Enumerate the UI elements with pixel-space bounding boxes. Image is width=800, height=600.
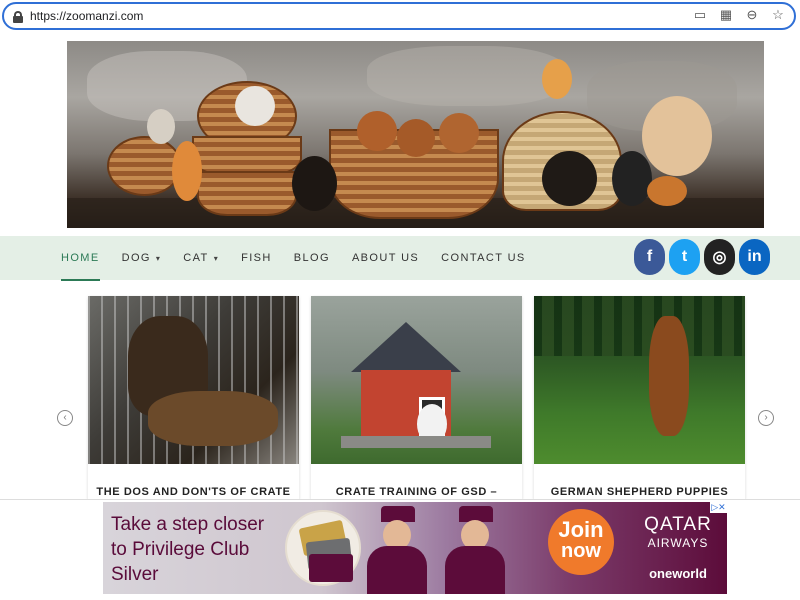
ad-headline[interactable]: Take a step closer to Privilege Club Sil… xyxy=(111,512,264,587)
zoom-icon[interactable]: ⊖ xyxy=(744,7,760,23)
hero-banner-image xyxy=(67,41,764,228)
carousel-next-button[interactable]: › xyxy=(758,410,774,426)
join-now-badge[interactable]: Join now xyxy=(548,509,614,575)
address-bar[interactable]: https://zoomanzi.com ▭ ▦ ⊖ ☆ xyxy=(2,2,796,30)
post-card[interactable]: CRATE TRAINING OF GSD – ANSWER xyxy=(311,296,522,500)
cast-icon[interactable]: ▭ xyxy=(692,7,708,23)
advertisement-banner[interactable]: Take a step closer to Privilege Club Sil… xyxy=(103,502,727,594)
adchoices-icon[interactable]: ▷✕ xyxy=(710,502,727,513)
post-title[interactable]: THE DOS AND DON'TS OF CRATE xyxy=(88,486,299,498)
crew-photo xyxy=(365,506,429,594)
qatar-airways-logo: QATAR AIRWAYS oneworld xyxy=(644,514,712,581)
twitter-icon[interactable]: t xyxy=(669,239,700,275)
browser-toolbar: https://zoomanzi.com ▭ ▦ ⊖ ☆ xyxy=(0,0,800,34)
qr-code-icon[interactable]: ▦ xyxy=(718,7,734,23)
chevron-down-icon: ▾ xyxy=(213,253,220,263)
social-links: f t ◎ in xyxy=(634,239,770,275)
crew-photo xyxy=(443,506,507,594)
post-image[interactable] xyxy=(534,296,745,464)
post-image[interactable] xyxy=(88,296,299,464)
instagram-icon[interactable]: ◎ xyxy=(704,239,735,275)
lock-icon[interactable] xyxy=(13,11,23,23)
post-image[interactable] xyxy=(311,296,522,464)
url-text[interactable]: https://zoomanzi.com xyxy=(30,9,143,23)
post-title[interactable]: CRATE TRAINING OF GSD – ANSWER xyxy=(311,486,522,500)
post-card[interactable]: THE DOS AND DON'TS OF CRATE xyxy=(88,296,299,500)
nav-about-us[interactable]: ABOUT US xyxy=(352,252,419,264)
nav-cat[interactable]: CAT ▾ xyxy=(183,252,219,264)
menu: HOME DOG ▾ CAT ▾ FISH BLOG ABOUT US CONTAC… xyxy=(61,236,548,281)
bookmark-star-icon[interactable]: ☆ xyxy=(770,7,786,23)
facebook-icon[interactable]: f xyxy=(634,239,665,275)
nav-blog[interactable]: BLOG xyxy=(294,252,330,264)
carousel-prev-button[interactable]: ‹ xyxy=(57,410,73,426)
credit-cards-image xyxy=(285,510,361,586)
nav-dog[interactable]: DOG ▾ xyxy=(122,252,162,264)
linkedin-icon[interactable]: in xyxy=(739,239,770,275)
chevron-down-icon: ▾ xyxy=(155,253,162,263)
post-card[interactable]: GERMAN SHEPHERD PUPPIES POTTY xyxy=(534,296,745,500)
main-navigation: HOME DOG ▾ CAT ▾ FISH BLOG ABOUT US CONTAC… xyxy=(0,236,800,281)
nav-fish[interactable]: FISH xyxy=(241,252,272,264)
nav-home[interactable]: HOME xyxy=(61,252,100,281)
nav-contact-us[interactable]: CONTACT US xyxy=(441,252,526,264)
post-title[interactable]: GERMAN SHEPHERD PUPPIES POTTY xyxy=(534,486,745,500)
